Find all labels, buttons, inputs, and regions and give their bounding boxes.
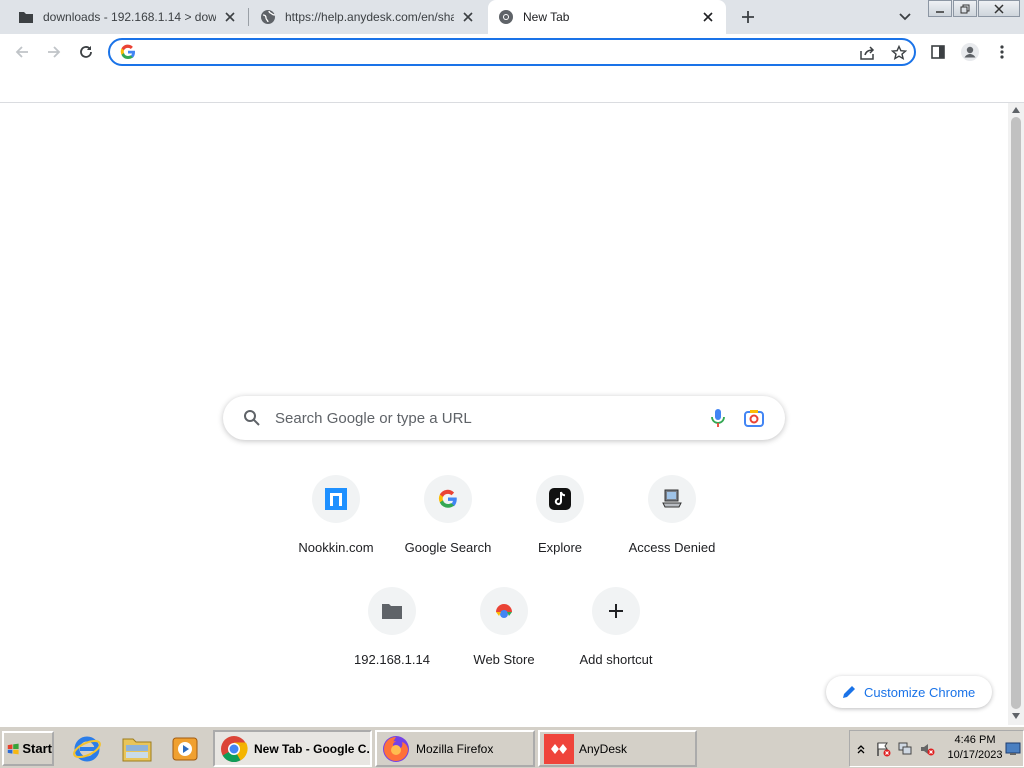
share-icon[interactable] <box>856 42 878 64</box>
anydesk-icon <box>544 733 574 764</box>
show-hidden-icons-chevron-icon[interactable] <box>850 738 872 760</box>
tab-downloads[interactable]: downloads - 192.168.1.14 > downloads <box>0 0 248 34</box>
action-center-flag-icon[interactable] <box>872 738 894 760</box>
taskbar-item-label: New Tab - Google C... <box>254 741 370 756</box>
close-tab-icon[interactable] <box>700 9 716 25</box>
show-desktop-icon[interactable] <box>1002 738 1024 760</box>
pencil-icon <box>842 685 856 699</box>
plus-icon <box>592 587 640 635</box>
shortcut-192-168-1-14[interactable]: 192.168.1.14 <box>336 587 448 687</box>
omnibox-input[interactable] <box>144 43 844 61</box>
tab-title: https://help.anydesk.com/en/share <box>285 10 454 24</box>
restore-button[interactable] <box>953 0 977 17</box>
omnibox[interactable] <box>108 38 916 66</box>
shortcut-google-search[interactable]: Google Search <box>392 475 504 575</box>
shortcut-label: 192.168.1.14 <box>354 652 430 667</box>
close-window-button[interactable] <box>978 0 1020 17</box>
reload-button[interactable] <box>72 38 100 66</box>
tab-search-chevron-icon[interactable] <box>894 6 916 28</box>
shortcut-label: Add shortcut <box>579 652 653 667</box>
shortcut-label: Nookkin.com <box>298 540 374 555</box>
file-explorer-icon[interactable] <box>120 732 154 766</box>
customize-chrome-button[interactable]: Customize Chrome <box>826 676 992 708</box>
taskbar-item-label: AnyDesk <box>579 741 628 756</box>
taskbar-item-firefox[interactable]: Mozilla Firefox <box>375 730 535 767</box>
scroll-up-arrow-icon[interactable] <box>1012 107 1020 113</box>
clock-date: 10/17/2023 <box>947 749 1003 761</box>
ntp-search-box[interactable] <box>223 396 785 440</box>
forward-button[interactable] <box>40 38 68 66</box>
close-tab-icon[interactable] <box>222 9 238 25</box>
clock-time: 4:46 PM <box>954 734 996 746</box>
system-clock[interactable]: 4:46 PM 10/17/2023 <box>944 733 1006 763</box>
folder-icon <box>368 587 416 635</box>
shortcut-web-store[interactable]: Web Store <box>448 587 560 687</box>
menu-kebab-icon[interactable] <box>988 38 1016 66</box>
shortcut-nookkin[interactable]: Nookkin.com <box>280 475 392 575</box>
scroll-down-arrow-icon[interactable] <box>1012 713 1020 719</box>
google-lens-camera-icon[interactable] <box>743 407 765 432</box>
browser-toolbar <box>0 34 1024 70</box>
close-tab-icon[interactable] <box>460 9 476 25</box>
computer-icon <box>648 475 696 523</box>
chrome-icon <box>498 9 514 25</box>
google-g-icon <box>424 475 472 523</box>
taskbar-item-anydesk[interactable]: AnyDesk <box>538 730 697 767</box>
shortcut-label: Google Search <box>404 540 492 555</box>
media-player-icon[interactable] <box>168 732 202 766</box>
voice-search-mic-icon[interactable] <box>707 407 729 432</box>
taskbar-item-label: Mozilla Firefox <box>416 741 494 756</box>
bookmark-star-icon[interactable] <box>888 42 910 64</box>
system-tray: 4:46 PM 10/17/2023 <box>849 730 1024 767</box>
scrollbar-thumb[interactable] <box>1011 117 1021 709</box>
google-g-icon <box>120 44 136 63</box>
tiktok-icon <box>536 475 584 523</box>
start-label: Start <box>22 741 52 756</box>
new-tab-page: Nookkin.com Google Search Explore Access… <box>0 103 1008 725</box>
back-button[interactable] <box>8 38 36 66</box>
web-store-icon <box>480 587 528 635</box>
tab-anydesk-help[interactable]: https://help.anydesk.com/en/share <box>250 0 486 34</box>
bookmark-bar <box>0 70 1024 103</box>
shortcut-label: Explore <box>537 540 583 555</box>
ntp-search-input[interactable] <box>275 408 695 428</box>
minimize-button[interactable] <box>928 0 952 17</box>
tab-title: New Tab <box>523 10 570 24</box>
network-icon[interactable] <box>894 738 916 760</box>
page-scrollbar[interactable] <box>1008 103 1024 725</box>
search-icon <box>243 409 261 430</box>
nookkin-icon <box>312 475 360 523</box>
profile-avatar-icon[interactable] <box>956 38 984 66</box>
shortcut-explore[interactable]: Explore <box>504 475 616 575</box>
firefox-icon <box>381 734 411 764</box>
tab-title: downloads - 192.168.1.14 > downloads <box>43 10 216 24</box>
shortcut-access-denied[interactable]: Access Denied <box>616 475 728 575</box>
chrome-icon <box>219 734 249 764</box>
shortcut-label: Web Store <box>473 652 535 667</box>
new-tab-button[interactable] <box>736 5 760 29</box>
side-panel-icon[interactable] <box>924 38 952 66</box>
volume-muted-icon[interactable] <box>916 738 938 760</box>
shortcut-label: Access Denied <box>628 540 716 555</box>
tab-divider <box>248 8 249 26</box>
folder-icon <box>18 9 34 25</box>
customize-chrome-label: Customize Chrome <box>864 684 976 700</box>
start-button[interactable]: Start <box>2 731 54 766</box>
taskbar-item-chrome[interactable]: New Tab - Google C... <box>213 730 372 767</box>
globe-icon <box>260 9 276 25</box>
internet-explorer-icon[interactable] <box>70 732 104 766</box>
tab-new-tab[interactable]: New Tab <box>488 0 726 34</box>
add-shortcut-button[interactable]: Add shortcut <box>560 587 672 687</box>
tab-strip: downloads - 192.168.1.14 > downloads htt… <box>0 0 1024 34</box>
windows-taskbar: Start New Tab - Google C... Mozilla Fire… <box>0 725 1024 768</box>
windows-logo-icon <box>7 743 19 754</box>
